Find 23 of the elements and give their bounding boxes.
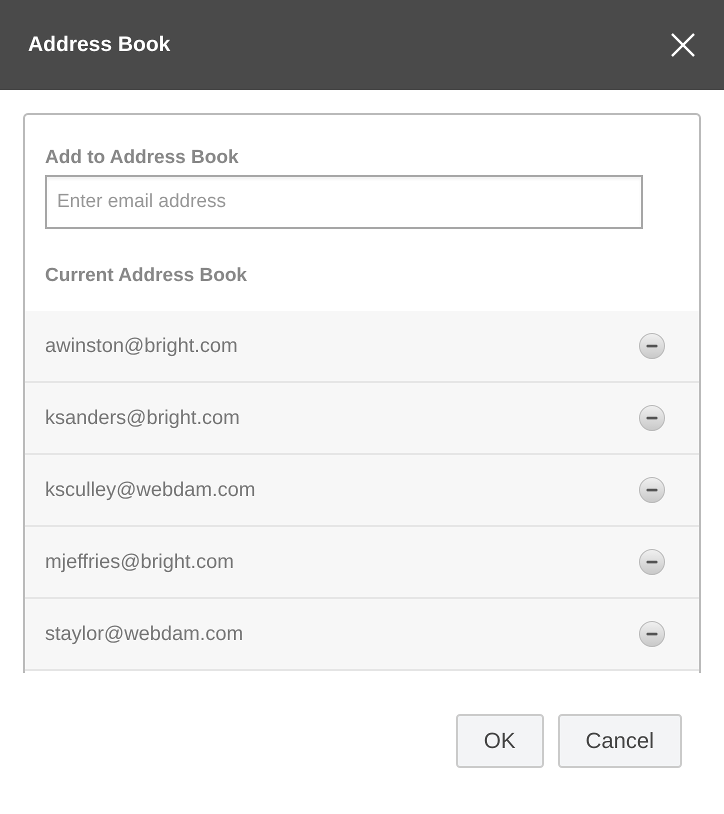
remove-button[interactable]: [638, 548, 666, 576]
remove-button[interactable]: [638, 332, 666, 360]
remove-button[interactable]: [638, 476, 666, 504]
close-button[interactable]: [670, 32, 696, 58]
dialog-button[interactable]: Cancel: [558, 714, 682, 768]
contact-email: ksculley@webdam.com: [45, 478, 256, 502]
remove-button[interactable]: [638, 404, 666, 432]
email-input-field[interactable]: Enter email address: [45, 175, 643, 229]
section-label: Current Address Book: [45, 265, 248, 288]
contact-email: awinston@bright.com: [45, 334, 238, 358]
dialog-button[interactable]: OK: [456, 714, 544, 768]
minus-circle-icon: [638, 548, 666, 576]
contact-email: staylor@webdam.com: [45, 622, 244, 646]
minus-circle-icon: [638, 620, 666, 648]
minus-circle-icon: [638, 476, 666, 504]
window-title: Address Book: [28, 33, 170, 57]
contact-email: mjeffries@bright.com: [45, 550, 234, 574]
section-label: Add to Address Book: [45, 147, 240, 169]
remove-button[interactable]: [638, 620, 666, 648]
minus-circle-icon: [638, 404, 666, 432]
contact-email: ksanders@bright.com: [45, 406, 240, 430]
close-icon: [670, 32, 696, 58]
minus-circle-icon: [638, 332, 666, 360]
